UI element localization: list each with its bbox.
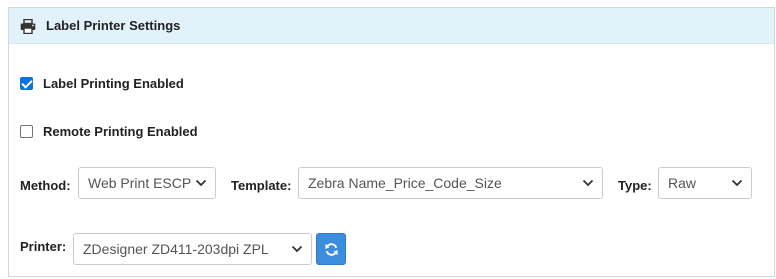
template-select[interactable]: Zebra Name_Price_Code_Size: [298, 167, 603, 199]
chevron-down-icon: [582, 179, 594, 187]
printer-select[interactable]: ZDesigner ZD411-203dpi ZPL: [73, 233, 312, 265]
remote-printing-label: Remote Printing Enabled: [43, 123, 198, 139]
label-printing-label: Label Printing Enabled: [43, 75, 184, 91]
type-select[interactable]: Raw: [658, 167, 752, 199]
remote-printing-checkbox[interactable]: [20, 124, 33, 138]
chevron-down-icon: [731, 179, 743, 187]
refresh-icon: [325, 243, 338, 256]
template-label: Template:: [231, 178, 292, 193]
printer-value: ZDesigner ZD411-203dpi ZPL: [83, 241, 269, 257]
panel-title: Label Printer Settings: [46, 18, 181, 33]
type-label: Type:: [618, 178, 652, 193]
method-label: Method:: [20, 178, 71, 193]
method-value: Web Print ESCP: [88, 175, 192, 191]
chevron-down-icon: [195, 179, 207, 187]
label-printer-settings-panel: Label Printer Settings Label Printing En…: [8, 7, 775, 277]
remote-printing-option[interactable]: Remote Printing Enabled: [20, 123, 198, 139]
panel-header: Label Printer Settings: [9, 8, 774, 44]
type-value: Raw: [668, 175, 697, 191]
printer-label: Printer:: [20, 239, 67, 254]
label-printing-option[interactable]: Label Printing Enabled: [20, 75, 184, 91]
template-value: Zebra Name_Price_Code_Size: [308, 175, 502, 191]
printer-icon: [20, 19, 36, 34]
label-printing-checkbox[interactable]: [20, 76, 33, 90]
refresh-printers-button[interactable]: [316, 233, 346, 265]
method-select[interactable]: Web Print ESCP: [78, 167, 216, 199]
chevron-down-icon: [291, 245, 303, 253]
